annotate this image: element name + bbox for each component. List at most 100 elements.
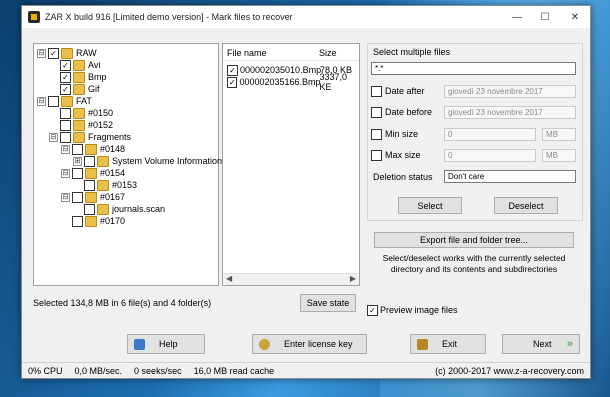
- exit-button[interactable]: Exit: [410, 334, 486, 354]
- date-after-checkbox[interactable]: [371, 86, 382, 97]
- file-checkbox[interactable]: ✓: [227, 64, 238, 76]
- tree-item[interactable]: #0153: [73, 179, 137, 191]
- tree-checkbox[interactable]: ✓: [60, 59, 71, 71]
- license-label: Enter license key: [284, 339, 353, 349]
- file-size: 3337,0 KE: [319, 72, 347, 92]
- date-before-checkbox[interactable]: [371, 107, 382, 118]
- deletion-status-label: Deletion status: [373, 172, 433, 182]
- date-before-picker[interactable]: giovedì 23 novembre 2017: [444, 106, 576, 119]
- min-size-unit[interactable]: MB: [542, 128, 576, 141]
- maximize-button[interactable]: ☐: [532, 6, 558, 28]
- preview-checkbox[interactable]: ✓: [367, 305, 378, 316]
- tree-item[interactable]: ⊟ FAT: [37, 95, 92, 107]
- next-label: Next: [533, 339, 552, 349]
- tree-checkbox[interactable]: [48, 95, 59, 107]
- export-tree-button[interactable]: Export file and folder tree...: [374, 232, 574, 248]
- tree-checkbox[interactable]: ✓: [60, 71, 71, 83]
- expand-icon[interactable]: ⊟: [37, 48, 46, 58]
- select-button[interactable]: Select: [398, 197, 462, 214]
- tree-checkbox[interactable]: [72, 215, 83, 227]
- tree-checkbox[interactable]: ✓: [48, 47, 59, 59]
- tree-item[interactable]: ⊟ ✓ RAW: [37, 47, 97, 59]
- scroll-right-icon[interactable]: ▶: [350, 274, 356, 283]
- tree-item-label: #0170: [100, 216, 126, 226]
- tree-item[interactable]: ✓ Bmp: [49, 71, 107, 83]
- save-state-button[interactable]: Save state: [300, 294, 356, 312]
- tree-item[interactable]: #0170: [61, 215, 125, 227]
- horizontal-scrollbar[interactable]: ◀ ▶: [223, 273, 359, 285]
- tree-item-label: RAW: [76, 48, 97, 58]
- status-bar: 0% CPU 0,0 MB/sec. 0 seeks/sec 16,0 MB r…: [22, 362, 590, 378]
- next-button[interactable]: Next »: [502, 334, 580, 354]
- tree-checkbox[interactable]: [72, 143, 83, 155]
- cpu-status: 0% CPU: [28, 365, 63, 376]
- min-size-label: Min size: [385, 129, 419, 139]
- selection-summary: Selected 134,8 MB in 6 file(s) and 4 fol…: [33, 298, 212, 308]
- folder-icon: [85, 215, 97, 227]
- exit-label: Exit: [442, 339, 458, 349]
- date-after-label: Date after: [385, 86, 425, 96]
- max-size-checkbox[interactable]: [371, 150, 382, 161]
- tree-item[interactable]: ✓ Gif: [49, 83, 100, 95]
- help-icon: [134, 338, 145, 350]
- folder-icon: [73, 71, 85, 83]
- tree-item[interactable]: #0152: [49, 119, 113, 131]
- tree-item-label: #0167: [100, 192, 126, 202]
- expand-icon[interactable]: ⊟: [61, 144, 70, 154]
- tree-item[interactable]: ✓ Avi: [49, 59, 100, 71]
- max-size-unit[interactable]: MB: [542, 149, 576, 162]
- tree-item[interactable]: journals.scan: [73, 203, 165, 215]
- max-size-label: Max size: [385, 150, 421, 160]
- tree-checkbox[interactable]: [60, 119, 71, 131]
- folder-icon: [73, 131, 85, 143]
- date-after-picker[interactable]: giovedì 23 novembre 2017: [444, 85, 576, 98]
- min-size-checkbox[interactable]: [371, 129, 382, 140]
- tree-checkbox[interactable]: [84, 179, 95, 191]
- expand-icon[interactable]: ⊟: [61, 168, 70, 178]
- expand-icon[interactable]: ⊟: [37, 96, 46, 106]
- next-arrow-icon: »: [566, 338, 573, 350]
- deletion-status-select[interactable]: Don't care: [444, 170, 576, 183]
- app-window: ZAR X build 916 [Limited demo version] -…: [21, 5, 591, 379]
- max-size-input[interactable]: 0: [444, 149, 536, 162]
- tree-item[interactable]: ⊞ System Volume Information: [73, 155, 222, 167]
- group-title: Select multiple files: [373, 47, 451, 57]
- expand-icon[interactable]: ⊟: [61, 192, 70, 202]
- folder-tree[interactable]: ⊟ ✓ RAW ✓ Avi ✓ Bmp ✓ Gif ⊟ FAT #0150 #0152 ⊟ Fragment…: [33, 43, 222, 286]
- expand-icon[interactable]: ⊟: [49, 132, 58, 142]
- tree-checkbox[interactable]: [84, 155, 95, 167]
- tree-item[interactable]: ⊟ #0154: [61, 167, 125, 179]
- tree-item[interactable]: ⊟ #0167: [61, 191, 125, 203]
- folder-icon: [97, 203, 109, 215]
- file-row[interactable]: ✓ 000002035166.Bmp 3337,0 KE: [227, 72, 359, 92]
- preview-label: Preview image files: [380, 305, 458, 315]
- tree-checkbox[interactable]: ✓: [60, 83, 71, 95]
- minimize-button[interactable]: —: [504, 6, 530, 28]
- help-button[interactable]: Help: [127, 334, 205, 354]
- file-list-header: File name Size: [223, 44, 359, 61]
- close-button[interactable]: ✕: [562, 6, 588, 28]
- tree-checkbox[interactable]: [84, 203, 95, 215]
- file-list[interactable]: File name Size ✓ 000002035010.Bmp 78,0 KB ✓…: [222, 43, 360, 286]
- tree-checkbox[interactable]: [72, 191, 83, 203]
- tree-checkbox[interactable]: [60, 107, 71, 119]
- column-file-name[interactable]: File name: [227, 48, 267, 58]
- column-size[interactable]: Size: [319, 48, 337, 58]
- scroll-left-icon[interactable]: ◀: [226, 274, 232, 283]
- tree-checkbox[interactable]: [72, 167, 83, 179]
- tree-checkbox[interactable]: [60, 131, 71, 143]
- tree-item[interactable]: #0150: [49, 107, 113, 119]
- date-before-label: Date before: [385, 107, 433, 117]
- license-button[interactable]: Enter license key: [252, 334, 367, 354]
- min-size-input[interactable]: 0: [444, 128, 536, 141]
- tree-item[interactable]: ⊟ Fragments: [49, 131, 131, 143]
- file-checkbox[interactable]: ✓: [227, 76, 238, 88]
- deselect-button[interactable]: Deselect: [494, 197, 558, 214]
- tree-item[interactable]: ⊟ #0148: [61, 143, 125, 155]
- expand-icon[interactable]: ⊞: [73, 156, 82, 166]
- copyright: (c) 2000-2017 www.z-a-recovery.com: [435, 365, 584, 376]
- tree-item-label: journals.scan: [112, 204, 166, 214]
- file-mask-input[interactable]: *.*: [371, 62, 576, 75]
- tree-item-label: Bmp: [88, 72, 107, 82]
- tree-item-label: System Volume Information: [112, 156, 223, 166]
